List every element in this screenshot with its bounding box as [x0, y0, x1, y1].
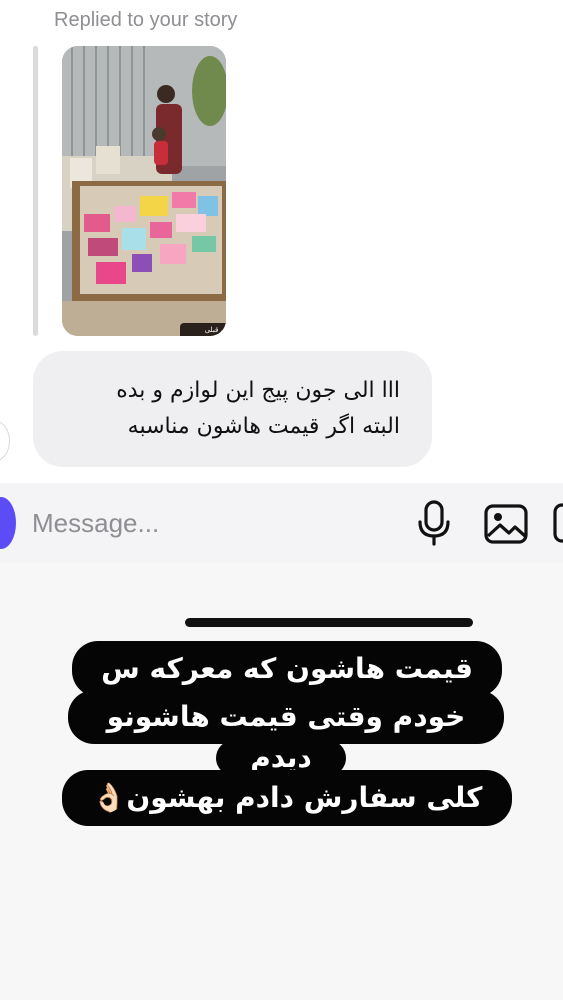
message-input[interactable]	[30, 501, 394, 545]
message-composer	[0, 483, 563, 563]
message-text: ااا الی جون پیج این لوازم و بده البته اگ…	[116, 378, 400, 439]
reply-indicator-bar	[33, 46, 38, 336]
story-thumbnail[interactable]: برگرد استوری قبلی نوشته پنهانی و پیدا کن…	[62, 46, 226, 336]
overlay-text-line-1: قیمت هاشون که معرکه س	[72, 641, 502, 697]
sticker-icon[interactable]	[553, 503, 563, 543]
message-bubble[interactable]: ااا الی جون پیج این لوازم و بده البته اگ…	[33, 351, 432, 467]
overlay-text-line-2: خودم وقتی قیمت هاشونو	[68, 690, 504, 744]
camera-icon[interactable]	[0, 497, 16, 549]
overlay-text-line-4: کلی سفارش دادم بهشون👌🏻	[62, 770, 512, 826]
microphone-icon[interactable]	[414, 500, 454, 546]
home-indicator	[185, 618, 473, 627]
story-photo	[62, 46, 226, 336]
replied-to-story-label: Replied to your story	[54, 9, 238, 31]
story-caption: برگرد استوری قبلی نوشته پنهانی و پیدا کن…	[180, 323, 226, 336]
gallery-icon[interactable]	[483, 503, 529, 545]
